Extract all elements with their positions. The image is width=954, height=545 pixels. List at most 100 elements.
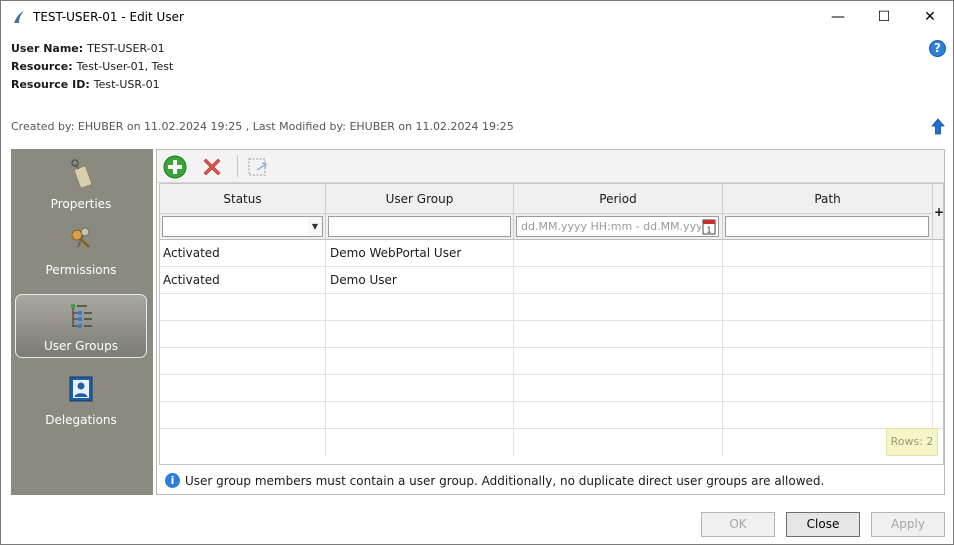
- tree-icon: [71, 304, 92, 328]
- empty-cell: [160, 375, 326, 402]
- person-card-icon: [69, 376, 93, 402]
- resource-label: Resource:: [11, 60, 73, 73]
- filter-user-group: [326, 214, 514, 240]
- apply-button[interactable]: Apply: [871, 512, 945, 537]
- column-header-path[interactable]: Path: [723, 184, 933, 214]
- user-groups-table: Status User Group Period Path + ▼ dd.MM.…: [159, 183, 944, 465]
- resource-value: Test-User-01, Test: [76, 60, 174, 73]
- user-name-value: TEST-USER-01: [87, 42, 165, 55]
- empty-cell: [723, 348, 933, 375]
- app-logo-icon: [14, 11, 24, 23]
- minimize-button[interactable]: —: [815, 1, 861, 33]
- empty-cell: [514, 402, 723, 429]
- empty-row: [160, 375, 943, 402]
- empty-cell: [160, 321, 326, 348]
- status-filter-input[interactable]: [162, 216, 309, 237]
- empty-cell: [160, 402, 326, 429]
- empty-cell: [326, 375, 514, 402]
- delete-button[interactable]: [199, 154, 225, 180]
- empty-cell: [514, 348, 723, 375]
- audit-info: Created by: EHUBER on 11.02.2024 19:25 ,…: [11, 120, 514, 133]
- empty-cell: [326, 402, 514, 429]
- sidebar-item-properties[interactable]: Properties: [15, 153, 147, 217]
- sidebar: Properties Permissions User Groups Deleg…: [11, 149, 153, 495]
- help-icon[interactable]: ?: [929, 40, 946, 57]
- info-icon: i: [165, 473, 180, 488]
- empty-cell: [160, 348, 326, 375]
- sidebar-item-delegations[interactable]: Delegations: [15, 369, 147, 433]
- user-name-row: User Name: TEST-USER-01: [11, 42, 165, 55]
- chevron-down-icon[interactable]: ▼: [308, 216, 323, 237]
- hint-text: User group members must contain a user g…: [185, 473, 825, 488]
- keys-icon: [71, 227, 90, 248]
- export-button[interactable]: [245, 154, 271, 180]
- empty-cell: [160, 294, 326, 321]
- path-filter-input[interactable]: [725, 216, 929, 237]
- column-header-period[interactable]: Period: [514, 184, 723, 214]
- export-icon: [248, 158, 267, 176]
- user-name-label: User Name:: [11, 42, 84, 55]
- empty-row: [160, 348, 943, 375]
- hint-message: i User group members must contain a user…: [165, 473, 824, 488]
- sidebar-item-label: Delegations: [45, 413, 117, 427]
- empty-row: [160, 429, 943, 456]
- empty-cell: [723, 402, 933, 429]
- close-button[interactable]: Close: [786, 512, 860, 537]
- title-bar: TEST-USER-01 - Edit User — ☐ ✕: [1, 1, 953, 33]
- empty-cell: [723, 294, 933, 321]
- arrow-up-icon[interactable]: [931, 118, 945, 135]
- sidebar-item-label: Properties: [50, 197, 112, 211]
- cell-period: [514, 240, 723, 267]
- table-row[interactable]: Activated Demo User: [160, 267, 943, 294]
- empty-cell: [723, 375, 933, 402]
- rows-count-badge: Rows: 2: [886, 428, 938, 456]
- filter-status: ▼: [160, 214, 326, 240]
- calendar-icon[interactable]: 1: [701, 216, 719, 237]
- cell-user-group: Demo WebPortal User: [326, 240, 514, 267]
- empty-cell: [514, 375, 723, 402]
- close-window-button[interactable]: ✕: [907, 1, 953, 33]
- ok-button[interactable]: OK: [701, 512, 775, 537]
- resource-id-row: Resource ID: Test-USR-01: [11, 78, 160, 91]
- empty-cell: [326, 294, 514, 321]
- empty-cell: [723, 321, 933, 348]
- empty-cell: [326, 348, 514, 375]
- sidebar-item-label: Permissions: [45, 263, 117, 277]
- empty-cell: [326, 429, 514, 456]
- toolbar-separator: [237, 155, 238, 177]
- cell-period: [514, 267, 723, 294]
- add-icon: [163, 155, 187, 179]
- column-header-user-group[interactable]: User Group: [326, 184, 514, 214]
- cell-path: [723, 240, 933, 267]
- add-button[interactable]: [162, 154, 188, 180]
- empty-cell: [514, 294, 723, 321]
- cell-status: Activated: [160, 267, 326, 294]
- delete-icon: [203, 158, 221, 176]
- tag-icon: [71, 159, 92, 189]
- maximize-button[interactable]: ☐: [861, 1, 907, 33]
- empty-cell: [514, 429, 723, 456]
- empty-cell: [514, 321, 723, 348]
- empty-row: [160, 294, 943, 321]
- cell-status: Activated: [160, 240, 326, 267]
- resource-id-value: Test-USR-01: [93, 78, 160, 91]
- empty-row: [160, 402, 943, 429]
- toolbar: [157, 150, 944, 183]
- edit-user-window: TEST-USER-01 - Edit User — ☐ ✕ User Name…: [0, 0, 954, 545]
- column-header-status[interactable]: Status: [160, 184, 326, 214]
- empty-cell: [326, 321, 514, 348]
- filter-path: [723, 214, 933, 240]
- add-column-button[interactable]: +: [933, 184, 943, 240]
- sidebar-item-permissions[interactable]: Permissions: [15, 219, 147, 283]
- table-row[interactable]: Activated Demo WebPortal User: [160, 240, 943, 267]
- window-title: TEST-USER-01 - Edit User: [33, 10, 184, 24]
- period-filter-input[interactable]: dd.MM.yyyy HH:mm - dd.MM.yyyy: [516, 216, 702, 237]
- user-groups-panel: Status User Group Period Path + ▼ dd.MM.…: [156, 149, 945, 495]
- user-group-filter-input[interactable]: [328, 216, 511, 237]
- empty-row: [160, 321, 943, 348]
- sidebar-item-user-groups[interactable]: User Groups: [15, 294, 147, 358]
- svg-text:1: 1: [707, 226, 712, 235]
- cell-path: [723, 267, 933, 294]
- calendar-glyph: 1: [702, 219, 716, 235]
- resource-id-label: Resource ID:: [11, 78, 90, 91]
